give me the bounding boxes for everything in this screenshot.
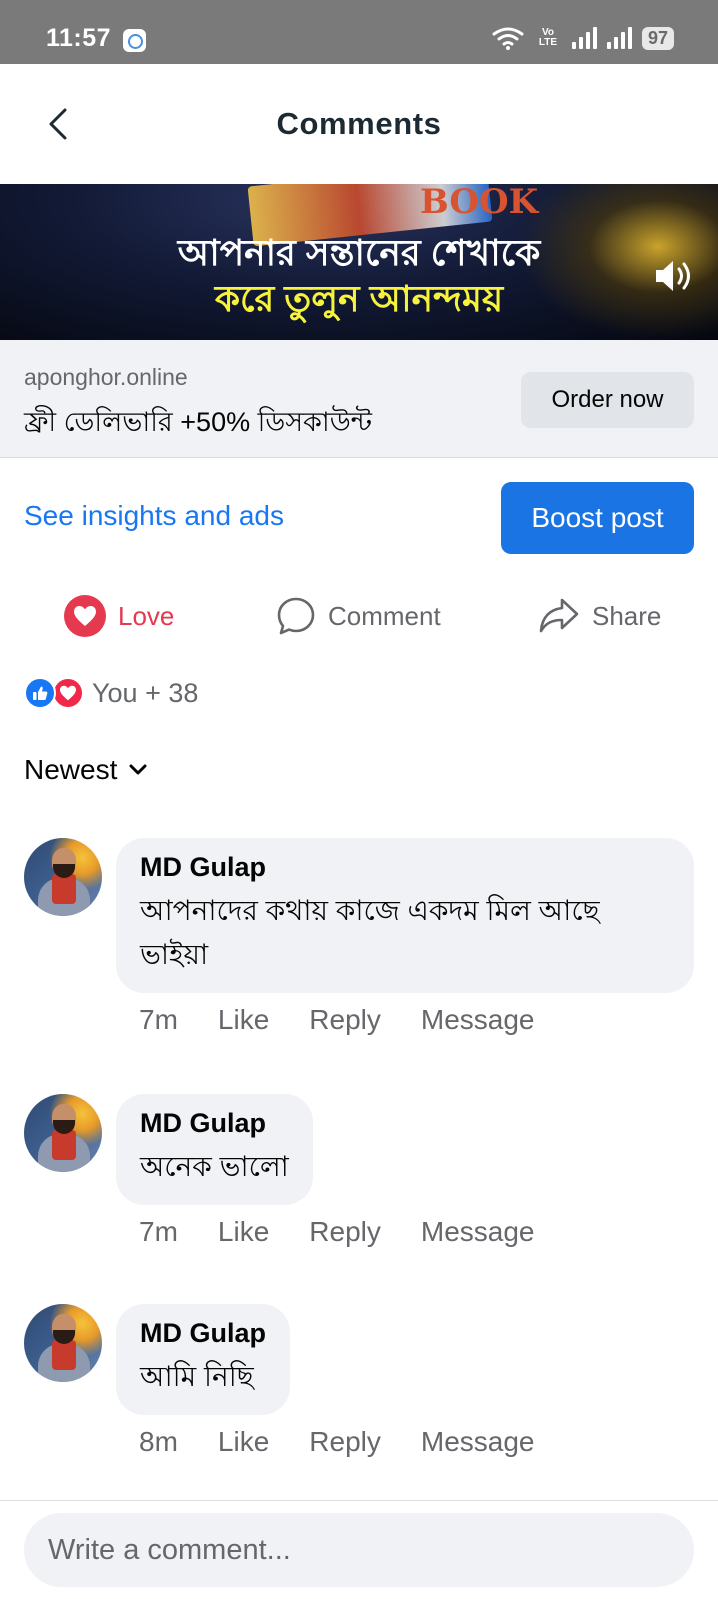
comment-input[interactable] [24,1513,694,1587]
share-arrow-icon [539,598,579,633]
comment-reply-button[interactable]: Reply [309,1004,381,1036]
reaction-summary[interactable]: You + 38 [24,677,198,709]
status-indicators: Vo LTE 97 [492,26,674,50]
wifi-icon [492,27,524,50]
comment-meta: 7m Like Reply Message [139,1004,535,1036]
ad-info-bar[interactable]: aponghor.online ফ্রী ডেলিভারি +50% ডিসকা… [0,340,718,458]
comment-like-button[interactable]: Like [218,1004,269,1036]
sort-dropdown[interactable]: Newest [24,754,147,786]
avatar[interactable] [24,1304,102,1382]
sort-label: Newest [24,754,118,785]
ad-domain: aponghor.online [24,364,188,390]
comment-text: অনেক ভালো [140,1151,289,1182]
comment-reply-button[interactable]: Reply [309,1426,381,1458]
comment-message-button[interactable]: Message [421,1426,535,1458]
comment-bubble[interactable]: MD Gulap আমি নিছি [116,1304,290,1415]
comment-meta: 7m Like Reply Message [139,1216,535,1248]
ad-sound-button[interactable] [652,256,698,296]
comment-action-button[interactable]: Comment [276,592,441,640]
comment-bubble[interactable]: MD Gulap অনেক ভালো [116,1094,313,1205]
comment-time: 7m [139,1216,178,1247]
page-title: Comments [276,106,442,141]
share-label: Share [592,600,662,631]
speaker-icon [656,261,690,291]
comment-message-button[interactable]: Message [421,1004,535,1036]
heart-icon [64,595,106,637]
see-insights-link[interactable]: See insights and ads [24,500,284,532]
status-time: 11:57 [46,24,112,52]
like-reaction-icon [24,677,56,709]
avatar[interactable] [24,1094,102,1172]
signal-icon [571,27,597,49]
boost-post-button[interactable]: Boost post [501,482,694,554]
battery-indicator: 97 [641,26,674,50]
comment-text: আপনাদের কথায় কাজে একদম মিল আছে ভাইয়া [140,895,600,970]
volte-label: Vo LTE [538,27,558,48]
status-bar: 11:57 Vo LTE 97 [0,0,718,64]
reaction-count: You + 38 [92,677,199,708]
chevron-down-icon [129,764,147,775]
ad-banner-video[interactable]: BOOK আপনার সন্তানের শেখাকে করে তুলুন আনন… [0,184,718,340]
share-action-button[interactable]: Share [538,592,661,640]
comment-like-button[interactable]: Like [218,1426,269,1458]
order-now-button[interactable]: Order now [521,372,694,428]
comment-bubble[interactable]: MD Gulap আপনাদের কথায় কাজে একদম মিল আছে… [116,838,694,993]
comment-time: 8m [139,1426,178,1457]
app-notification-icon [123,29,146,52]
comment-text: আমি নিছি [140,1361,254,1392]
ad-offer-text: ফ্রী ডেলিভারি +50% ডিসকাউন্ট [24,407,373,437]
comment-author[interactable]: MD Gulap [140,1108,289,1139]
avatar[interactable] [24,838,102,916]
composer-divider [0,1500,718,1501]
comment-like-button[interactable]: Like [218,1216,269,1248]
love-label: Love [118,600,175,631]
ad-headline-2: করে তুলুন আনন্দময় [214,278,504,319]
comment-meta: 8m Like Reply Message [139,1426,535,1458]
comment-composer[interactable] [24,1513,694,1587]
love-reaction-button[interactable]: Love [64,592,174,640]
love-reaction-icon [52,677,84,709]
comment-time: 7m [139,1004,178,1035]
signal-icon-2 [606,27,632,49]
comment-author[interactable]: MD Gulap [140,852,670,883]
comment-bubble-icon [277,597,315,635]
comment-message-button[interactable]: Message [421,1216,535,1248]
comment-label: Comment [328,600,441,631]
comment-author[interactable]: MD Gulap [140,1318,266,1349]
comment-reply-button[interactable]: Reply [309,1216,381,1248]
header: Comments [0,64,718,184]
